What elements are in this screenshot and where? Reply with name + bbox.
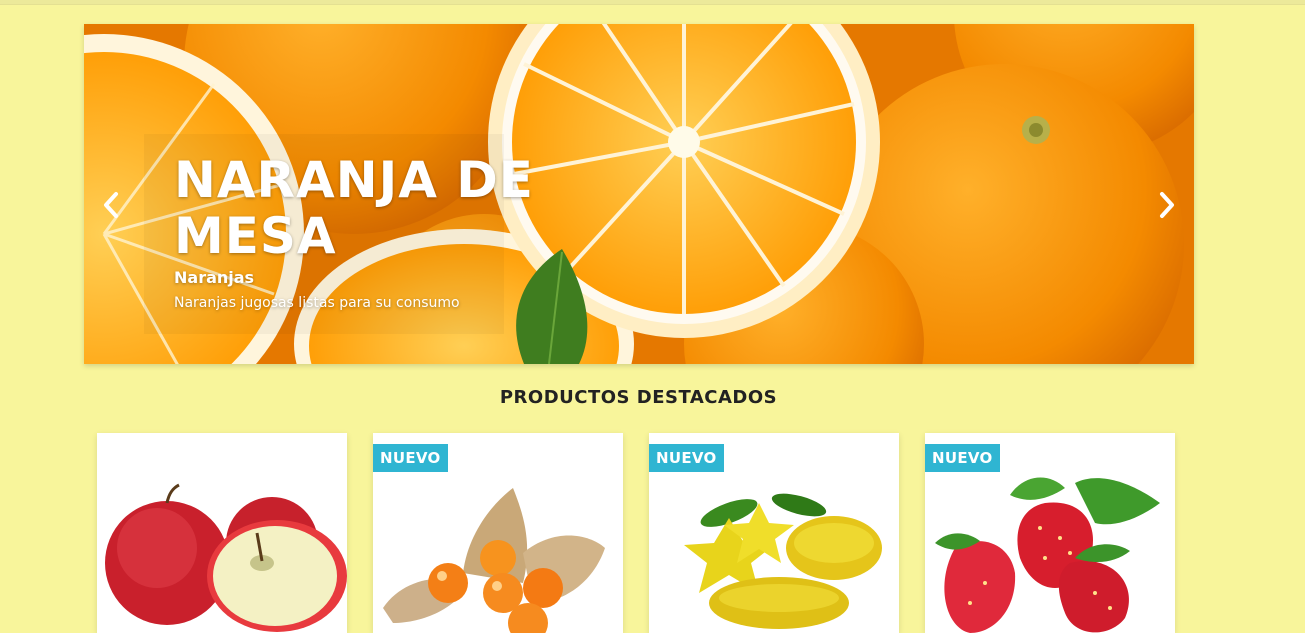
slider-next-button[interactable] [1152,190,1182,220]
slide-description: Naranjas jugosas listas para su consumo [174,295,460,311]
product-card[interactable] [97,433,347,633]
new-badge: NUEVO [649,444,724,472]
slider-prev-button[interactable] [96,190,126,220]
new-badge: NUEVO [925,444,1000,472]
top-border [0,0,1305,5]
chevron-left-icon [104,192,118,218]
slide-subtitle: Naranjas [174,268,255,287]
product-card[interactable]: NUEVO [925,433,1175,633]
product-card[interactable]: NUEVO [649,433,899,633]
slide-caption: NARANJA DE MESA Naranjas Naranjas jugosa… [174,152,534,311]
hero-slider[interactable]: NARANJA DE MESA Naranjas Naranjas jugosa… [84,24,1194,364]
product-image-apples[interactable] [97,433,347,633]
new-badge: NUEVO [373,444,448,472]
product-card[interactable]: NUEVO [373,433,623,633]
featured-products-title: PRODUCTOS DESTACADOS [499,387,778,408]
slide-title: NARANJA DE MESA [174,151,534,265]
chevron-right-icon [1160,192,1174,218]
